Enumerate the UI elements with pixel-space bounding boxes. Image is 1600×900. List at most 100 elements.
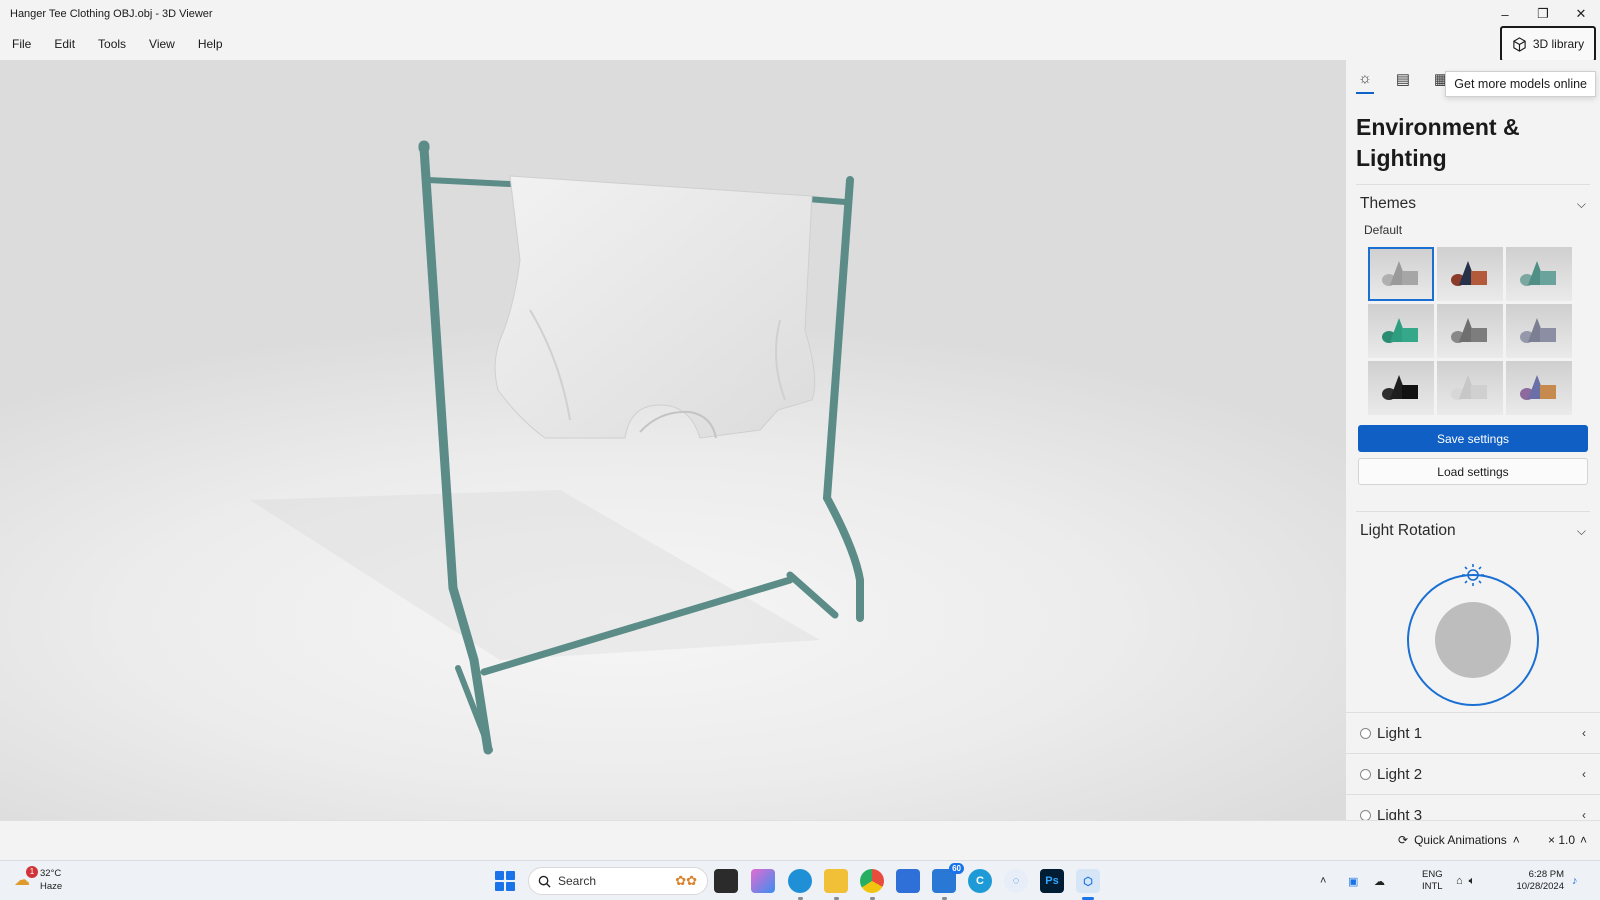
menu-edit[interactable]: Edit bbox=[42, 28, 86, 60]
store-icon[interactable] bbox=[896, 869, 920, 893]
search-highlight-icon: ✿✿ bbox=[675, 873, 697, 888]
swatch-box bbox=[1402, 271, 1418, 285]
network-app-icon[interactable]: ▣ bbox=[1348, 861, 1358, 900]
chevron-down-icon: ⌵ bbox=[1576, 196, 1586, 211]
3d-library-button[interactable]: 3D library bbox=[1500, 26, 1596, 62]
default-theme-label: Default bbox=[1364, 223, 1403, 237]
system-tray[interactable]: ⌂ 🔈︎ bbox=[1456, 861, 1475, 900]
task-view-icon[interactable] bbox=[714, 869, 738, 893]
speed-label: × 1.0 bbox=[1548, 833, 1576, 847]
swatch-box bbox=[1471, 328, 1487, 342]
weather-widget[interactable]: ☁ 1 32°C Haze bbox=[14, 866, 62, 893]
light-3-radio[interactable] bbox=[1360, 809, 1371, 820]
clock-time: 6:28 PM bbox=[1528, 869, 1564, 880]
taskbar: ☁ 1 32°C Haze Search ✿✿ 60 C ◌ Ps ⬡ ˄ ▣ … bbox=[0, 860, 1600, 900]
light-3-label: Light 3 bbox=[1377, 806, 1423, 821]
theme-grid bbox=[1346, 243, 1600, 415]
theme-swatch[interactable] bbox=[1437, 304, 1503, 358]
rack-shadow bbox=[250, 490, 820, 660]
tray-overflow-icon[interactable]: ˄ bbox=[1320, 861, 1326, 900]
theme-swatch[interactable] bbox=[1368, 304, 1434, 358]
light-rotation-dial[interactable] bbox=[1346, 550, 1600, 706]
chevron-left-icon: ‹ bbox=[1582, 767, 1586, 781]
panel-heading-line1: Environment & bbox=[1356, 114, 1520, 140]
mail-icon[interactable]: 60 bbox=[932, 863, 964, 900]
3d-viewport[interactable] bbox=[0, 60, 1346, 820]
speed-selector[interactable]: × 1.0 ˄ bbox=[1548, 833, 1587, 847]
haze-icon: ☁ 1 bbox=[14, 866, 38, 890]
theme-swatch[interactable] bbox=[1506, 361, 1572, 415]
theme-swatch[interactable] bbox=[1368, 247, 1434, 301]
load-settings-button[interactable]: Load settings bbox=[1358, 458, 1588, 485]
cube-icon bbox=[1513, 36, 1526, 52]
save-settings-button[interactable]: Save settings bbox=[1358, 425, 1588, 452]
chevron-left-icon: ‹ bbox=[1582, 808, 1586, 820]
light-1-radio[interactable] bbox=[1360, 727, 1371, 739]
light-1-label: Light 1 bbox=[1377, 724, 1423, 742]
window-title: Hanger Tee Clothing OBJ.obj - 3D Viewer bbox=[10, 8, 213, 20]
clock[interactable]: 6:28 PM 10/28/2024 bbox=[1508, 869, 1564, 893]
light-3-row[interactable]: Light 3 ‹ bbox=[1346, 794, 1600, 820]
animation-icon: ⟳ bbox=[1398, 833, 1409, 847]
app-c-icon[interactable]: C bbox=[968, 869, 992, 893]
mail-badge: 60 bbox=[949, 863, 964, 874]
swatch-box bbox=[1402, 328, 1418, 342]
theme-swatch[interactable] bbox=[1437, 247, 1503, 301]
stats-icon[interactable]: ▤ bbox=[1394, 70, 1412, 92]
title-bar: Hanger Tee Clothing OBJ.obj - 3D Viewer … bbox=[0, 0, 1600, 28]
restore-button[interactable]: ❐ bbox=[1524, 0, 1562, 28]
themes-label: Themes bbox=[1360, 195, 1416, 212]
clock-date: 10/28/2024 bbox=[1516, 881, 1564, 892]
quick-animations-label: Quick Animations bbox=[1414, 833, 1507, 847]
swatch-box bbox=[1471, 271, 1487, 285]
alert-badge: 1 bbox=[26, 866, 38, 878]
copilot-icon[interactable] bbox=[751, 869, 775, 893]
loading-app-icon[interactable]: ◌ bbox=[1004, 869, 1028, 893]
lang-line1: ENG bbox=[1422, 869, 1443, 880]
theme-swatch[interactable] bbox=[1368, 361, 1434, 415]
scene-render bbox=[250, 140, 864, 755]
sun-icon[interactable]: ☼ bbox=[1356, 70, 1374, 94]
menu-view[interactable]: View bbox=[137, 28, 186, 60]
light-rotation-header[interactable]: Light Rotation ⌵ bbox=[1346, 512, 1600, 550]
onedrive-icon[interactable]: ☁ bbox=[1374, 861, 1385, 900]
environment-panel: ☼ ▤ ▦ Environment & Lighting Themes ⌵ De… bbox=[1346, 60, 1600, 820]
lang-line2: INTL bbox=[1422, 881, 1443, 892]
status-bar: ⟳ Quick Animations ˄ × 1.0 ˄ bbox=[0, 820, 1600, 860]
chevron-up-icon: ˄ bbox=[1580, 833, 1588, 847]
chrome-icon[interactable] bbox=[860, 869, 884, 900]
themes-header[interactable]: Themes ⌵ bbox=[1346, 185, 1600, 223]
close-button[interactable]: ✕ bbox=[1562, 0, 1600, 28]
file-explorer-icon[interactable] bbox=[824, 869, 848, 900]
tooltip: Get more models online bbox=[1445, 71, 1596, 97]
swatch-box bbox=[1540, 385, 1556, 399]
light-2-radio[interactable] bbox=[1360, 768, 1371, 780]
swatch-box bbox=[1402, 385, 1418, 399]
theme-swatch[interactable] bbox=[1506, 304, 1572, 358]
light-2-label: Light 2 bbox=[1377, 765, 1423, 783]
theme-swatch[interactable] bbox=[1437, 361, 1503, 415]
light-1-row[interactable]: Light 1 ‹ bbox=[1346, 712, 1600, 753]
minimize-button[interactable]: – bbox=[1486, 0, 1524, 28]
3d-viewer-icon[interactable]: ⬡ bbox=[1076, 869, 1100, 900]
menu-bar: File Edit Tools View Help bbox=[0, 28, 1600, 60]
taskbar-search[interactable]: Search ✿✿ bbox=[528, 867, 708, 895]
search-icon bbox=[538, 875, 551, 888]
start-button[interactable] bbox=[495, 871, 515, 891]
language-indicator[interactable]: ENG INTL bbox=[1422, 869, 1443, 893]
network-icon: ⌂ bbox=[1456, 875, 1463, 887]
light-rotation-label: Light Rotation bbox=[1360, 522, 1456, 539]
menu-tools[interactable]: Tools bbox=[86, 28, 137, 60]
photoshop-icon[interactable]: Ps bbox=[1040, 869, 1064, 893]
panel-heading-line2: Lighting bbox=[1356, 145, 1447, 171]
weather-temp: 32°C bbox=[40, 868, 62, 879]
light-2-row[interactable]: Light 2 ‹ bbox=[1346, 753, 1600, 794]
notification-bell-icon[interactable]: ♪ bbox=[1572, 861, 1578, 900]
menu-file[interactable]: File bbox=[0, 28, 42, 60]
quick-animations-button[interactable]: ⟳ Quick Animations ˄ bbox=[1398, 833, 1520, 847]
panel-heading: Environment & Lighting bbox=[1346, 98, 1600, 174]
theme-swatch[interactable] bbox=[1506, 247, 1572, 301]
edge-icon[interactable] bbox=[788, 869, 812, 900]
volume-icon: 🔈︎ bbox=[1468, 874, 1476, 887]
menu-help[interactable]: Help bbox=[186, 28, 234, 60]
